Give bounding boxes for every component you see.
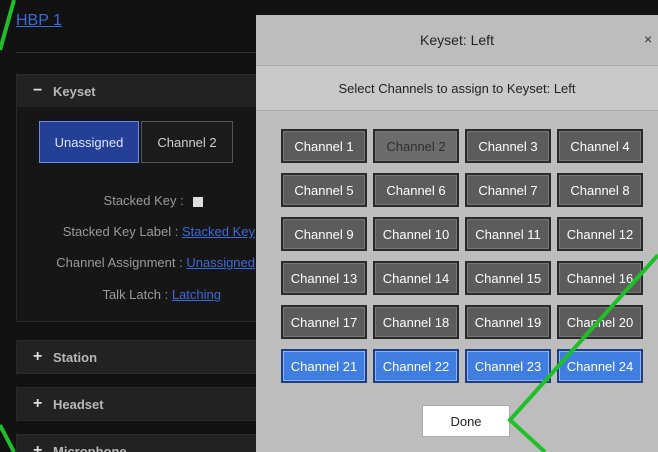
channel-button-9[interactable]: Channel 9 — [281, 217, 367, 251]
channel-button-21[interactable]: Channel 21 — [281, 349, 367, 383]
device-settings-panel: HBP 1 − Keyset Unassigned Channel 2 Stac… — [0, 0, 262, 452]
expand-icon: + — [33, 395, 43, 412]
channel-button-4[interactable]: Channel 4 — [557, 129, 643, 163]
channel-button-1[interactable]: Channel 1 — [281, 129, 367, 163]
channel-button-22[interactable]: Channel 22 — [373, 349, 459, 383]
channel-button-2[interactable]: Channel 2 — [373, 129, 459, 163]
station-section-label: Station — [53, 349, 98, 365]
channel-assignment-row: Channel Assignment : Unassigned — [56, 255, 255, 270]
expand-icon: + — [33, 442, 43, 452]
stacked-key-label: Stacked Key : — [103, 193, 184, 208]
keyset-section-body: Unassigned Channel 2 Stacked Key : Stack… — [17, 107, 261, 321]
modal-title: Keyset: Left — [420, 32, 494, 48]
channel-button-6[interactable]: Channel 6 — [373, 173, 459, 207]
keyset-section-label: Keyset — [53, 83, 96, 99]
keyset-modal: Keyset: Left × Select Channels to assign… — [256, 15, 658, 452]
headset-section[interactable]: + Headset — [16, 387, 262, 421]
stacked-key-label-row: Stacked Key Label : Stacked Key — [63, 224, 255, 239]
channel-button-11[interactable]: Channel 11 — [465, 217, 551, 251]
tab-unassigned[interactable]: Unassigned — [39, 121, 139, 163]
close-icon[interactable]: × — [644, 15, 658, 65]
channel-button-17[interactable]: Channel 17 — [281, 305, 367, 339]
stacked-key-checkbox[interactable] — [193, 196, 204, 207]
channel-button-16[interactable]: Channel 16 — [557, 261, 643, 295]
device-title-link[interactable]: HBP 1 — [16, 12, 62, 30]
title-divider — [16, 52, 256, 53]
stacked-key-label-value[interactable]: Stacked Key — [182, 224, 255, 239]
channel-button-15[interactable]: Channel 15 — [465, 261, 551, 295]
channel-button-14[interactable]: Channel 14 — [373, 261, 459, 295]
channel-button-8[interactable]: Channel 8 — [557, 173, 643, 207]
channel-button-24[interactable]: Channel 24 — [557, 349, 643, 383]
station-section-header[interactable]: + Station — [17, 341, 261, 373]
talk-latch-label: Talk Latch : — [102, 287, 169, 302]
modal-subtitle: Select Channels to assign to Keyset: Lef… — [256, 65, 658, 111]
collapse-icon: − — [33, 82, 43, 99]
channel-button-7[interactable]: Channel 7 — [465, 173, 551, 207]
channel-button-3[interactable]: Channel 3 — [465, 129, 551, 163]
channel-button-19[interactable]: Channel 19 — [465, 305, 551, 339]
channel-button-18[interactable]: Channel 18 — [373, 305, 459, 339]
channel-assignment-value[interactable]: Unassigned — [186, 255, 255, 270]
channel-button-20[interactable]: Channel 20 — [557, 305, 643, 339]
channel-button-12[interactable]: Channel 12 — [557, 217, 643, 251]
microphone-section[interactable]: + Microphone — [16, 434, 262, 452]
microphone-section-header[interactable]: + Microphone — [17, 435, 261, 452]
keyset-section: − Keyset Unassigned Channel 2 Stacked Ke… — [16, 74, 262, 322]
done-button[interactable]: Done — [422, 405, 510, 437]
stacked-key-row: Stacked Key : — [104, 193, 255, 208]
talk-latch-row: Talk Latch : Latching — [102, 287, 221, 302]
microphone-section-label: Microphone — [53, 443, 127, 452]
headset-section-label: Headset — [53, 396, 104, 412]
expand-icon: + — [33, 348, 43, 365]
channel-assignment-label: Channel Assignment : — [56, 255, 183, 270]
channel-button-13[interactable]: Channel 13 — [281, 261, 367, 295]
talk-latch-value[interactable]: Latching — [172, 287, 221, 302]
station-section[interactable]: + Station — [16, 340, 262, 374]
stacked-key-label-label: Stacked Key Label : — [62, 224, 179, 239]
headset-section-header[interactable]: + Headset — [17, 388, 261, 420]
channel-button-23[interactable]: Channel 23 — [465, 349, 551, 383]
channel-button-5[interactable]: Channel 5 — [281, 173, 367, 207]
keyset-section-header[interactable]: − Keyset — [17, 75, 261, 107]
tab-channel-2[interactable]: Channel 2 — [141, 121, 233, 163]
channel-button-10[interactable]: Channel 10 — [373, 217, 459, 251]
